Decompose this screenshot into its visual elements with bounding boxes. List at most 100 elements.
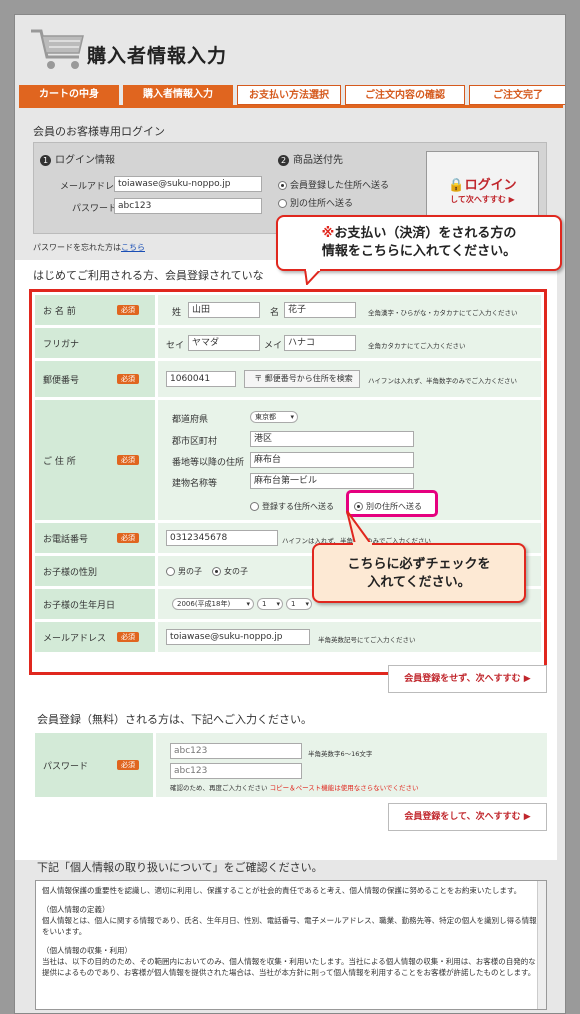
pref-select[interactable]: 東京都 ▾ <box>250 411 298 423</box>
birth-day-select[interactable]: 1 ▾ <box>286 598 312 610</box>
postal-label-text: 郵便番号 <box>43 375 80 386</box>
login-button-sub: して次へすすむ ▶ <box>450 195 515 204</box>
name-label: お 名 前 必須 <box>35 295 155 325</box>
birth-year-value: 2006(平成18年) <box>177 600 231 608</box>
cart-icon <box>31 29 84 69</box>
radio-icon <box>278 199 287 208</box>
required-badge: 必須 <box>117 632 139 642</box>
sei-kana-input[interactable]: ヤマダ <box>188 335 260 351</box>
mei-input[interactable]: 花子 <box>284 302 356 318</box>
kana-note: 全角カタカナにてご入力ください <box>368 342 466 350</box>
email-input[interactable]: toiawase@suku-noppo.jp <box>166 629 310 645</box>
postal-label: 郵便番号 必須 <box>35 361 155 397</box>
email-note: 半角英数記号にてご入力ください <box>318 636 416 644</box>
birth-month-value: 1 <box>262 600 267 608</box>
address-option-other-label: 別の住所へ送る <box>366 502 422 511</box>
privacy-heading-collection: （個人情報の収集・利用） <box>42 946 132 955</box>
birth-month-select[interactable]: 1 ▾ <box>257 598 283 610</box>
callout-payer-line1: ※お支払い（決済）をされる方の <box>278 225 560 243</box>
postal-input[interactable]: 1060041 <box>166 371 236 387</box>
ship-option-registered[interactable]: 会員登録した住所へ送る <box>278 178 389 191</box>
step-confirm: ご注文内容の確認 <box>345 85 465 105</box>
pref-label: 都道府県 <box>172 415 209 425</box>
row-email: メールアドレス 必須 toiawase@suku-noppo.jp 半角英数記号に… <box>35 622 541 652</box>
mei-kana-label: メイ <box>264 341 283 351</box>
radio-icon <box>278 181 287 190</box>
forgot-password-link[interactable]: こちら <box>121 243 145 252</box>
privacy-scrollbar[interactable] <box>537 881 546 1009</box>
row-address: ご 住 所 必須 都道府県 東京都 ▾ 郡市区町村 港区 番地等以降の住所 麻布台 … <box>35 400 541 520</box>
postal-note: ハイフンは入れず、半角数字のみでご入力ください <box>368 377 518 385</box>
register-and-continue-button[interactable]: 会員登録をして、次へすすむ ▶ <box>388 803 547 831</box>
email-row-label: メールアドレス 必須 <box>35 622 155 652</box>
register-password-note: 半角英数字6〜16文字 <box>308 750 373 758</box>
radio-icon <box>166 567 175 576</box>
buyer-form: お 名 前必須 姓 山田 名 花子 全角漢字・ひらがな・カタカナにてご入力くださ… <box>29 289 547 675</box>
city-input[interactable]: 港区 <box>250 431 414 447</box>
ship-option-other-label: 別の住所へ送る <box>290 199 354 209</box>
name-field-cell: 姓 山田 名 花子 全角漢字・ひらがな・カタカナにてご入力ください <box>158 295 541 325</box>
register-title: 会員登録（無料）される方は、下記へご入力ください。 <box>37 713 312 726</box>
address-option-registered[interactable]: 登録する住所へ送る <box>250 501 334 512</box>
login-email-input[interactable]: toiawase@suku-noppo.jp <box>114 176 262 192</box>
callout-check-line2: 入れてください。 <box>367 575 471 590</box>
name-label-text: お 名 前 <box>43 306 76 317</box>
page-title: 購入者情報入力 <box>87 45 228 67</box>
callout-check-here: こちらに必ずチェックを 入れてください。 <box>312 543 526 603</box>
sei-kana-label: セイ <box>166 341 185 351</box>
address-label-text: ご 住 所 <box>43 456 76 467</box>
row-name: お 名 前 必須 姓 山田 名 花子 全角漢字・ひらがな・カタカナにてご入力くださ… <box>35 295 541 325</box>
street-label: 番地等以降の住所 <box>172 458 245 468</box>
street-input[interactable]: 麻布台 <box>250 452 414 468</box>
login-label-text: ログイン <box>464 178 517 193</box>
mei-kana-input[interactable]: ハナコ <box>284 335 356 351</box>
row-kana: フリガナ セイ ヤマダ メイ ハナコ 全角カタカナにてご入力ください <box>35 328 541 358</box>
step-cart: カートの中身 <box>19 85 119 105</box>
bldg-input[interactable]: 麻布台第一ビル <box>250 473 414 489</box>
radio-icon <box>212 567 221 576</box>
sei-input[interactable]: 山田 <box>188 302 260 318</box>
page: 購入者情報入力 カートの中身 購入者情報入力 お支払い方法選択 ご注文内容の確認… <box>14 14 566 1014</box>
phone-label-text: お電話番号 <box>43 534 89 545</box>
continue-without-register-button[interactable]: 会員登録をせず、次へすすむ ▶ <box>388 665 547 693</box>
gender-girl[interactable]: 女の子 <box>212 566 248 577</box>
login-button[interactable]: 🔒ログイン して次へすすむ ▶ <box>426 151 539 217</box>
radio-icon <box>250 502 259 511</box>
login-password-input[interactable]: abc123 <box>114 198 262 214</box>
callout-check-line1: こちらに必ずチェックを <box>347 557 491 572</box>
sei-label: 姓 <box>172 308 182 318</box>
login-info-heading: 1 ログイン情報 <box>40 151 115 166</box>
privacy-policy-textbox[interactable]: 個人情報保護の重要性を認識し、適切に利用し、保護することが社会的責任であると考え… <box>35 880 547 1010</box>
step-number-1: 1 <box>40 155 51 166</box>
callout-payer-line2: 情報をこちらに入れてください。 <box>321 244 517 259</box>
step-complete: ご注文完了 <box>469 85 565 105</box>
phone-input[interactable]: 0312345678 <box>166 530 278 546</box>
confirm-warning: コピー＆ペースト機能は使用なさらないでください <box>269 784 419 792</box>
step-indicator: カートの中身 購入者情報入力 お支払い方法選択 ご注文内容の確認 ご注文完了 <box>19 85 565 105</box>
ship-option-other[interactable]: 別の住所へ送る <box>278 196 353 209</box>
register-password-cell: abc123 半角英数字6〜16文字 abc123 確認のため、再度ご入力くださ… <box>156 733 547 797</box>
chevron-down-icon: ▾ <box>305 600 309 608</box>
required-badge: 必須 <box>117 455 139 465</box>
gender-label: お子様の性別 <box>35 556 155 586</box>
required-badge: 必須 <box>117 760 139 770</box>
register-password-confirm-input[interactable]: abc123 <box>170 763 302 779</box>
pref-value: 東京都 <box>255 413 276 421</box>
birth-year-select[interactable]: 2006(平成18年) ▾ <box>172 598 254 610</box>
confirm-note-text: 確認のため、再度ご入力ください <box>170 784 268 792</box>
login-info-title: ログイン情報 <box>55 155 115 166</box>
city-label: 郡市区町村 <box>172 437 218 447</box>
ship-option-registered-label: 会員登録した住所へ送る <box>290 181 390 191</box>
gender-boy[interactable]: 男の子 <box>166 566 202 577</box>
required-badge: 必須 <box>117 533 139 543</box>
shipping-title: 商品送付先 <box>293 155 343 166</box>
privacy-heading-definition: （個人情報の定義） <box>42 905 110 914</box>
birthdate-label-text: お子様の生年月日 <box>43 600 116 611</box>
callout-pointer <box>303 269 323 285</box>
kana-label-text: フリガナ <box>43 339 80 350</box>
gender-girl-label: 女の子 <box>224 567 248 576</box>
name-note: 全角漢字・ひらがな・カタカナにてご入力ください <box>368 309 518 317</box>
register-password-input[interactable]: abc123 <box>170 743 302 759</box>
postal-search-button[interactable]: 〒 郵便番号から住所を検索 <box>244 370 360 388</box>
privacy-paragraph-2: 個人情報とは、個人に関する情報であり、氏名、生年月日、性別、電話番号、電子メール… <box>42 916 537 936</box>
